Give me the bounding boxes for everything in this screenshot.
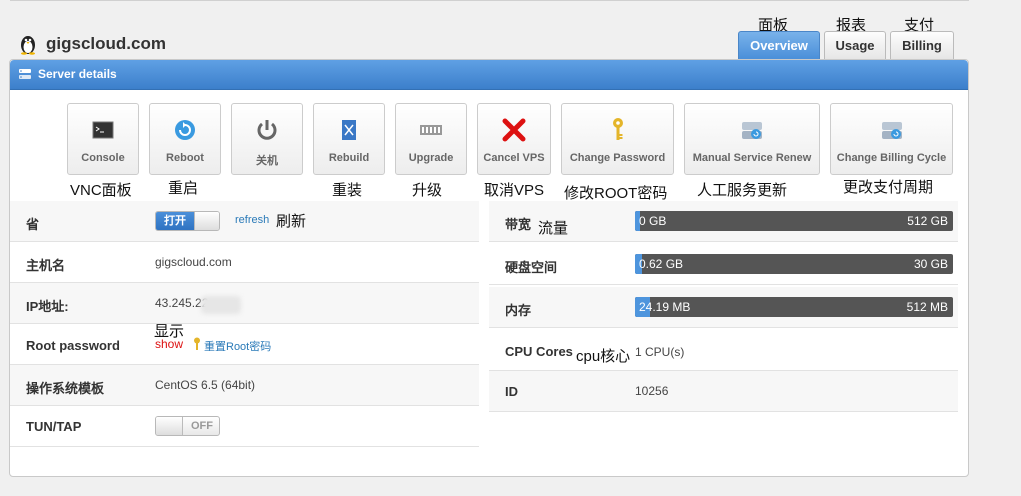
tuntap-toggle-off: OFF [191, 420, 213, 432]
bandwidth-bar: 0 GB 512 GB [635, 211, 953, 231]
shutdown-button[interactable]: 关机 [231, 103, 303, 175]
change-password-label: Change Password [569, 152, 666, 164]
show-password-link[interactable]: show [155, 337, 183, 351]
rebuild-button[interactable]: Rebuild [313, 103, 385, 175]
power-label: 省 [26, 217, 40, 232]
root-password-label: Root password [26, 338, 120, 353]
ip-row: IP地址: 43.245.22 [10, 283, 479, 324]
ip-label: IP地址: [26, 299, 69, 314]
memory-bar: 24.19 MB 512 MB [635, 297, 953, 317]
key-icon [612, 118, 623, 140]
shutdown-label: 关机 [256, 155, 278, 167]
cpu-value: 1 CPU(s) [635, 345, 685, 359]
upgrade-button[interactable]: Upgrade [395, 103, 467, 175]
console-button[interactable]: Console [67, 103, 139, 175]
memory-total: 512 MB [906, 300, 948, 314]
cpu-label: CPU Cores [505, 344, 573, 359]
upgrade-label: Upgrade [408, 152, 454, 164]
console-annotation: VNC面板 [70, 182, 132, 199]
reset-root-password-link[interactable]: 重置Root密码 [204, 338, 271, 354]
disk-label: 硬盘空间 [505, 260, 558, 275]
id-value: 10256 [635, 384, 669, 398]
disk-used: 0.62 GB [639, 257, 684, 271]
manual-service-renew-label: Manual Service Renew [692, 152, 812, 164]
disk-total: 30 GB [913, 257, 948, 271]
tuntap-label: TUN/TAP [26, 419, 82, 434]
linux-penguin-icon [21, 36, 35, 55]
os-value: CentOS 6.5 (64bit) [155, 378, 256, 392]
rebuild-icon [342, 120, 356, 140]
cpu-annotation: cpu核心 [576, 348, 631, 365]
upgrade-annotation: 升级 [412, 182, 443, 199]
disk-bar: 0.62 GB 30 GB [635, 254, 953, 274]
reboot-label: Reboot [166, 152, 204, 164]
memory-used: 24.19 MB [639, 300, 691, 314]
billing-cycle-icon [881, 122, 902, 139]
refresh-link[interactable]: refresh [235, 214, 269, 226]
ip-redaction [201, 296, 241, 314]
rebuild-annotation: 重装 [332, 182, 363, 199]
change-password-annotation: 修改ROOT密码 [564, 185, 668, 202]
manual-service-renew-button[interactable]: Manual Service Renew [684, 103, 820, 175]
bandwidth-used: 0 GB [639, 214, 667, 228]
power-icon [257, 120, 277, 140]
rebuild-label: Rebuild [328, 152, 370, 164]
server-icon [19, 69, 31, 79]
bandwidth-annotation: 流量 [538, 220, 569, 237]
power-toggle[interactable]: 打开 [155, 211, 220, 231]
bandwidth-total: 512 GB [907, 214, 948, 228]
panel-header: Server details [10, 60, 968, 90]
bandwidth-label: 带宽 [505, 217, 532, 232]
power-toggle-on: 打开 [156, 212, 194, 230]
memory-label: 内存 [505, 303, 532, 318]
power-toggle-knob [194, 212, 219, 230]
cancel-vps-button[interactable]: Cancel VPS [477, 103, 551, 175]
cancel-vps-label: Cancel VPS [483, 152, 545, 164]
tab-overview[interactable]: Overview [738, 31, 820, 59]
tuntap-toggle-knob [156, 417, 183, 435]
top-divider [10, 0, 969, 1]
reboot-annotation: 重启 [168, 180, 199, 197]
tab-usage[interactable]: Usage [824, 31, 886, 59]
console-label: Console [81, 152, 125, 164]
tuntap-row: TUN/TAP [10, 406, 479, 447]
hostname-value: gigscloud.com [155, 255, 232, 269]
manual-renew-annotation: 人工服务更新 [697, 182, 788, 199]
panel-title: Server details [38, 67, 117, 81]
hostname-row: 主机名 gigscloud.com [10, 242, 479, 283]
renew-icon [742, 122, 762, 139]
cancel-icon [502, 118, 526, 142]
os-row: 操作系统模板 CentOS 6.5 (64bit) [10, 365, 479, 406]
console-icon [92, 121, 114, 139]
id-row: ID 10256 [489, 371, 958, 412]
change-billing-cycle-button[interactable]: Change Billing Cycle [830, 103, 953, 175]
site-title: gigscloud.com [46, 34, 166, 53]
reboot-icon [175, 120, 195, 140]
upgrade-icon [420, 125, 442, 135]
id-label: ID [505, 384, 518, 399]
change-billing-cycle-label: Change Billing Cycle [836, 152, 947, 164]
tuntap-toggle[interactable]: OFF [155, 416, 220, 436]
tab-billing[interactable]: Billing [890, 31, 954, 59]
change-password-button[interactable]: Change Password [561, 103, 674, 175]
hostname-label: 主机名 [26, 258, 66, 273]
cancel-vps-annotation: 取消VPS [484, 182, 545, 199]
refresh-annotation: 刷新 [276, 213, 307, 230]
reboot-button[interactable]: Reboot [149, 103, 221, 175]
os-label: 操作系统模板 [26, 381, 105, 396]
cpu-row: CPU Cores 1 CPU(s) [489, 330, 958, 371]
change-billing-cycle-annotation: 更改支付周期 [843, 179, 934, 196]
key-small-icon [194, 337, 200, 350]
